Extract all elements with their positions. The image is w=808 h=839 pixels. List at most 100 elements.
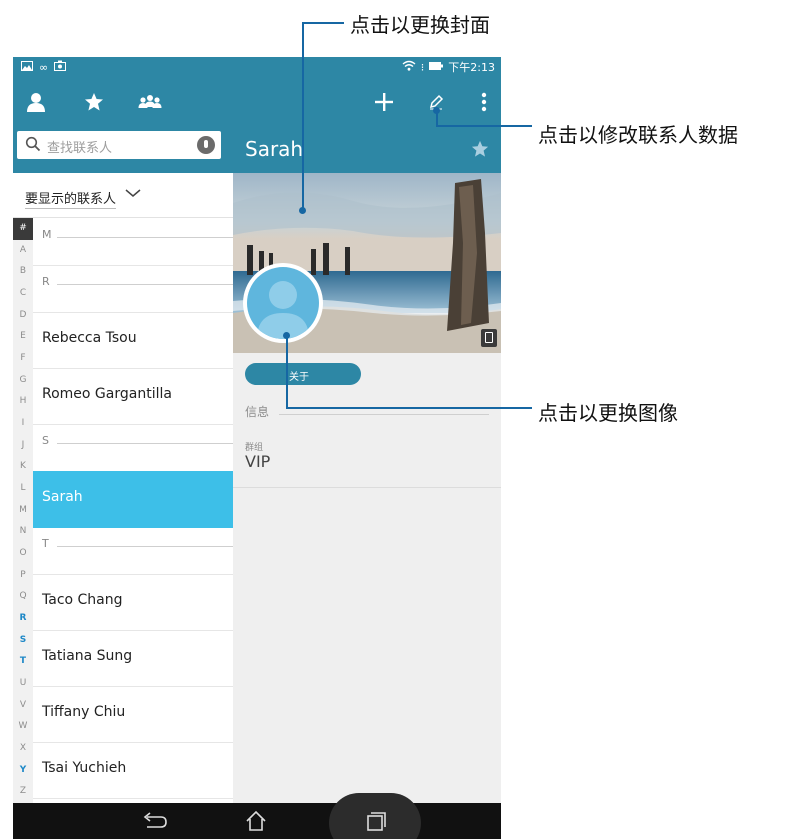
contact-name: Sarah	[42, 489, 83, 505]
index-letter[interactable]: #	[13, 218, 33, 240]
contact-photo-avatar[interactable]	[243, 263, 323, 343]
index-letter[interactable]: P	[13, 565, 33, 587]
index-letter[interactable]: O	[13, 543, 33, 565]
contacts-to-display-filter[interactable]: 要显示的联系人	[13, 173, 233, 218]
photo-callout-leader-h	[286, 407, 532, 409]
index-letter[interactable]: L	[13, 478, 33, 500]
section-divider	[57, 284, 233, 285]
index-letter[interactable]: M	[13, 500, 33, 522]
index-letter[interactable]: W	[13, 716, 33, 738]
index-letter[interactable]: Y	[13, 760, 33, 782]
about-tab[interactable]: 关于	[245, 363, 361, 385]
section-letter: S	[42, 434, 49, 447]
favorites-tab-star-icon[interactable]	[79, 87, 109, 117]
contact-row[interactable]: Tatiana Sung	[33, 630, 233, 687]
index-letter[interactable]: J	[13, 435, 33, 457]
change-cover-callout: 点击以更换封面	[350, 13, 490, 37]
favorite-star-icon[interactable]	[471, 140, 489, 158]
about-tab-label: 关于	[289, 372, 309, 383]
section-letter: M	[42, 228, 52, 241]
contact-name: Romeo Gargantilla	[42, 386, 172, 402]
contact-name: Rebecca Tsou	[42, 330, 137, 346]
alphabet-index-bar[interactable]: # A B C D E F G H I J K L M N O P Q R S T U V W X Y Z	[13, 218, 33, 803]
edit-contact-callout: 点击以修改联系人数据	[538, 123, 738, 147]
index-letter[interactable]: H	[13, 391, 33, 413]
section-header: T	[33, 527, 233, 575]
detail-header: Sarah	[233, 127, 501, 173]
cover-photo[interactable]	[233, 173, 501, 353]
contact-row[interactable]: Tsai Yuchieh	[33, 742, 233, 799]
home-icon[interactable]	[241, 809, 271, 833]
section-letter: T	[42, 537, 49, 550]
change-photo-callout: 点击以更换图像	[538, 401, 678, 425]
index-letter[interactable]: U	[13, 673, 33, 695]
index-letter[interactable]: X	[13, 738, 33, 760]
contact-row[interactable]: Tiffany Chiu	[33, 686, 233, 743]
photo-callout-leader-v	[286, 336, 288, 408]
edit-callout-dot	[433, 107, 440, 114]
index-letter[interactable]: F	[13, 348, 33, 370]
index-letter[interactable]: B	[13, 261, 33, 283]
edit-callout-leader-h	[436, 125, 532, 127]
section-divider	[57, 546, 233, 547]
navigation-bar	[13, 793, 501, 839]
index-letter[interactable]: T	[13, 651, 33, 673]
index-letter[interactable]: Z	[13, 781, 33, 803]
status-time: 下午2:13	[448, 60, 495, 74]
cover-callout-dot	[299, 207, 306, 214]
camera-notification-icon	[54, 60, 67, 74]
back-icon[interactable]	[139, 809, 169, 833]
index-letter[interactable]: C	[13, 283, 33, 305]
contact-list-panel: 查找联系人 要显示的联系人 # A B C D E F G H I J K L M N O P Q R S T U V W X Y…	[13, 127, 233, 821]
index-letter[interactable]: V	[13, 695, 33, 717]
cover-callout-leader-h	[302, 22, 344, 24]
contact-name: Tatiana Sung	[42, 648, 133, 664]
search-placeholder: 查找联系人	[47, 141, 113, 156]
index-letter[interactable]: S	[13, 630, 33, 652]
index-letter[interactable]: G	[13, 370, 33, 392]
status-bar: ∞ ⁝ 下午2:13	[13, 57, 501, 77]
contact-name: Sarah	[245, 137, 304, 161]
cover-callout-leader-v	[302, 22, 304, 210]
contact-name: Tsai Yuchieh	[42, 760, 127, 776]
contact-list: M R Rebecca Tsou Romeo Gargantilla S Sarah T Ta…	[33, 218, 233, 821]
battery-icon	[429, 61, 444, 74]
contact-row[interactable]: Taco Chang	[33, 574, 233, 631]
chevron-down-icon	[125, 185, 141, 199]
contact-row[interactable]: Sarah	[33, 471, 233, 528]
group-divider	[233, 487, 501, 488]
contact-detail-panel: Sarah 关于 信息 群组 VIP	[233, 127, 501, 803]
section-divider	[57, 443, 233, 444]
section-header: R	[33, 265, 233, 313]
info-divider	[279, 414, 489, 415]
wifi-icon	[402, 60, 416, 74]
recent-apps-icon[interactable]	[361, 809, 391, 833]
index-letter[interactable]: R	[13, 608, 33, 630]
device-screen: ∞ ⁝ 下午2:13 查找联系人 要显示的联系人 # A B C D E F G…	[13, 57, 501, 839]
index-letter[interactable]: K	[13, 456, 33, 478]
search-icon	[25, 136, 41, 152]
section-header: S	[33, 424, 233, 472]
add-contact-icon[interactable]	[369, 87, 399, 117]
contact-name: Taco Chang	[42, 592, 123, 608]
index-letter[interactable]: E	[13, 326, 33, 348]
gallery-notification-icon	[21, 60, 33, 74]
index-letter[interactable]: D	[13, 305, 33, 327]
group-value: VIP	[245, 452, 271, 471]
index-letter[interactable]: A	[13, 240, 33, 262]
groups-tab-icon[interactable]	[135, 87, 165, 117]
contact-row[interactable]: Romeo Gargantilla	[33, 368, 233, 425]
action-bar	[13, 77, 501, 127]
index-letter[interactable]: I	[13, 413, 33, 435]
search-input[interactable]: 查找联系人	[17, 131, 221, 159]
index-letter[interactable]: N	[13, 521, 33, 543]
overflow-menu-icon[interactable]	[469, 87, 499, 117]
contact-row[interactable]: Rebecca Tsou	[33, 312, 233, 369]
photo-callout-dot	[283, 332, 290, 339]
change-cover-icon[interactable]	[481, 329, 497, 347]
section-letter: R	[42, 275, 50, 288]
index-letter[interactable]: Q	[13, 586, 33, 608]
search-strip: 查找联系人	[13, 127, 233, 173]
microphone-icon[interactable]	[197, 136, 215, 154]
contacts-tab-person-icon[interactable]	[21, 87, 51, 117]
